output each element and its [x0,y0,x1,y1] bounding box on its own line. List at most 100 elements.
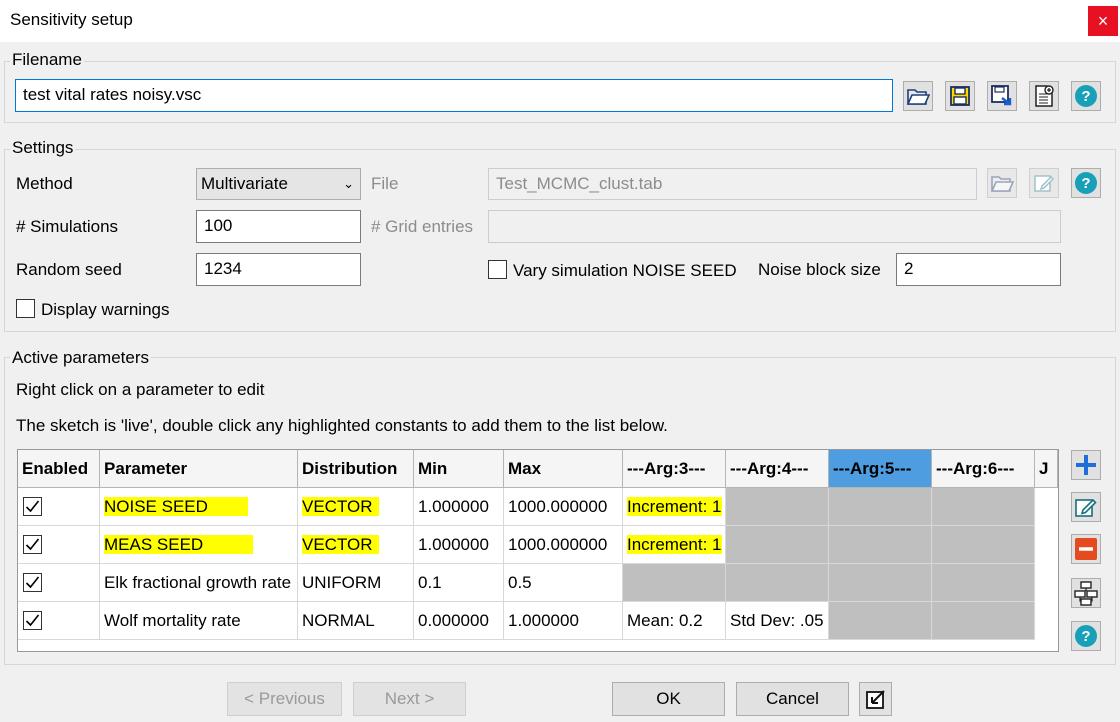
table-row-min[interactable]: 0.000000 [414,602,504,640]
column-header-arg4[interactable]: ---Arg:4--- [726,450,829,488]
random-seed-label: Random seed [16,260,122,279]
apply-icon [865,690,885,709]
previous-button[interactable]: < Previous [227,682,342,716]
svg-text:?: ? [1081,628,1090,645]
table-row-enabled[interactable] [18,526,100,564]
distribution-name: VECTOR [302,535,379,554]
column-header-parameter[interactable]: Parameter [100,450,298,488]
column-header-min[interactable]: Min [414,450,504,488]
table-row-arg6[interactable] [932,488,1035,526]
table-row-max[interactable]: 1000.000000 [504,526,623,564]
noise-block-input[interactable]: 2 [896,253,1061,286]
chevron-down-icon: ⌄ [343,176,354,191]
table-row-max[interactable]: 1.000000 [504,602,623,640]
table-row-arg3[interactable]: Increment: 1 [623,488,726,526]
file-input[interactable]: Test_MCMC_clust.tab [488,168,977,200]
table-row-arg4[interactable]: Std Dev: .05 [726,602,829,640]
next-button[interactable]: Next > [353,682,466,716]
table-row-min[interactable]: 1.000000 [414,526,504,564]
save-as-button[interactable] [987,81,1017,111]
table-row-arg5[interactable] [829,526,932,564]
ok-button[interactable]: OK [612,682,725,716]
table-row-max[interactable]: 0.5 [504,564,623,602]
simulations-label: # Simulations [16,217,119,236]
hierarchy-button[interactable] [1071,578,1101,608]
cancel-button[interactable]: Cancel [736,682,849,716]
add-parameter-button[interactable] [1071,450,1101,480]
column-header-arg6[interactable]: ---Arg:6--- [932,450,1035,488]
table-row-arg6[interactable] [932,526,1035,564]
table-row-arg3[interactable]: Increment: 1 [623,526,726,564]
table-row-arg4[interactable] [726,526,829,564]
edit-parameter-button[interactable] [1071,492,1101,522]
table-row-arg5[interactable] [829,564,932,602]
filename-input[interactable]: test vital rates noisy.vsc [15,79,893,112]
table-row-arg6[interactable] [932,602,1035,640]
file-label: File [371,174,399,193]
file-edit-button[interactable] [1029,168,1059,198]
parameters-help-button[interactable]: ? [1071,621,1101,651]
method-select[interactable]: Multivariate ⌄ [196,168,361,200]
column-header-enabled[interactable]: Enabled [18,450,100,488]
checkmark-icon [25,500,40,513]
table-row-distribution[interactable]: VECTOR [298,526,414,564]
table-row-parameter[interactable]: Wolf mortality rate [100,602,298,640]
row-enabled-checkbox[interactable] [23,611,42,630]
row-enabled-checkbox[interactable] [23,535,42,554]
table-row-max[interactable]: 1000.000000 [504,488,623,526]
help-icon: ? [1075,85,1097,107]
title-bar: Sensitivity setup × [0,0,1120,42]
new-document-button[interactable] [1029,81,1059,111]
table-row-enabled[interactable] [18,564,100,602]
file-open-button[interactable] [987,168,1017,198]
filename-group-title: Filename [10,50,84,70]
hierarchy-icon [1074,581,1098,606]
table-row-enabled[interactable] [18,602,100,640]
table-row-arg5[interactable] [829,488,932,526]
parameter-name: NOISE SEED [104,497,248,516]
column-header-arg5[interactable]: ---Arg:5--- [829,450,932,488]
table-row-distribution[interactable]: VECTOR [298,488,414,526]
table-row-min[interactable]: 0.1 [414,564,504,602]
table-row-parameter[interactable]: Elk fractional growth rate [100,564,298,602]
vary-noise-checkbox[interactable] [488,260,507,279]
save-as-icon [991,85,1012,106]
table-row-arg3[interactable]: Mean: 0.2 [623,602,726,640]
save-icon [950,86,970,106]
save-button[interactable] [945,81,975,111]
table-row-parameter[interactable]: NOISE SEED [100,488,298,526]
row-enabled-checkbox[interactable] [23,573,42,592]
table-row-distribution[interactable]: NORMAL [298,602,414,640]
parameter-name: MEAS SEED [104,535,254,554]
arg3-value: Increment: 1 [627,497,722,516]
table-row-distribution[interactable]: UNIFORM [298,564,414,602]
open-folder-icon [990,176,1014,192]
column-header-arg3[interactable]: ---Arg:3--- [623,450,726,488]
remove-parameter-button[interactable] [1071,534,1101,564]
column-header-max[interactable]: Max [504,450,623,488]
table-row-arg4[interactable] [726,564,829,602]
column-header-j[interactable]: J [1035,450,1058,488]
apply-button[interactable] [859,682,892,716]
parameters-table[interactable]: Enabled Parameter Distribution Min Max -… [17,449,1059,652]
edit-icon [1075,498,1097,517]
table-row-parameter[interactable]: MEAS SEED [100,526,298,564]
row-enabled-checkbox[interactable] [23,497,42,516]
settings-help-button[interactable]: ? [1071,168,1101,198]
checkmark-icon [25,614,40,627]
table-row-enabled[interactable] [18,488,100,526]
filename-help-button[interactable]: ? [1071,81,1101,111]
table-row-min[interactable]: 1.000000 [414,488,504,526]
table-row-arg3[interactable] [623,564,726,602]
column-header-distribution[interactable]: Distribution [298,450,414,488]
table-row-arg5[interactable] [829,602,932,640]
active-parameters-group-title: Active parameters [10,348,151,368]
table-row-arg6[interactable] [932,564,1035,602]
simulations-input[interactable]: 100 [196,210,361,243]
display-warnings-checkbox[interactable] [16,299,35,318]
table-row-arg4[interactable] [726,488,829,526]
grid-entries-input[interactable] [488,210,1061,243]
close-button[interactable]: × [1088,6,1118,36]
random-seed-input[interactable]: 1234 [196,253,361,286]
open-file-button[interactable] [903,81,933,111]
